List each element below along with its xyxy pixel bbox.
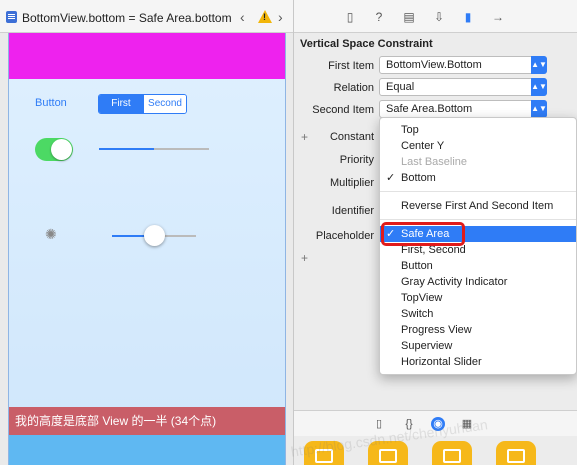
- menu-separator: [380, 191, 576, 192]
- menu-item-label: Switch: [401, 308, 434, 320]
- menu-item-horizontal-slider[interactable]: Horizontal Slider: [380, 354, 576, 370]
- menu-item-label: Bottom: [401, 172, 436, 184]
- menu-item-label: Horizontal Slider: [401, 356, 482, 368]
- menu-item-label: Button: [401, 260, 433, 272]
- menu-item-label: Superview: [401, 340, 453, 352]
- scroll-view-icon: [507, 449, 525, 463]
- first-item-popup[interactable]: BottomView.Bottom ▲▼: [379, 56, 547, 74]
- jump-bar: BottomView.bottom = Safe Area.bottom ‹ !…: [0, 0, 293, 33]
- segment-second[interactable]: Second: [143, 95, 186, 113]
- warning-icon-glyph: !: [263, 12, 266, 22]
- constant-label: Constant: [329, 131, 374, 143]
- ib-canvas[interactable]: Button First Second ✺ 我的高度是底部 View 的一半 (…: [0, 33, 293, 465]
- multiplier-label: Multiplier: [329, 177, 374, 189]
- library-object-scroll[interactable]: [496, 441, 536, 465]
- previous-issue-button[interactable]: ‹: [240, 9, 245, 25]
- segmented-control[interactable]: First Second: [98, 94, 187, 114]
- attributes-icon[interactable]: ⇩: [431, 9, 447, 25]
- jump-bar-title[interactable]: BottomView.bottom = Safe Area.bottom: [22, 11, 232, 25]
- chevron-updown-icon: ▲▼: [531, 56, 547, 74]
- next-issue-button[interactable]: ›: [278, 9, 283, 25]
- view-controller-view[interactable]: Button First Second ✺ 我的高度是底部 View 的一半 (…: [8, 33, 286, 465]
- menu-item-label: Reverse First And Second Item: [401, 200, 554, 212]
- file-icon[interactable]: ▯: [342, 9, 358, 25]
- first-item-label: First Item: [328, 60, 374, 72]
- relation-label: Relation: [333, 82, 374, 94]
- menu-item-topview[interactable]: TopView: [380, 290, 576, 306]
- safe-area-bottom-region: [9, 435, 285, 465]
- annotation-highlight-box: [381, 222, 465, 246]
- connections-icon[interactable]: →: [490, 9, 506, 25]
- identity-icon[interactable]: ▤: [401, 9, 417, 25]
- menu-item-label: Gray Activity Indicator: [401, 276, 508, 288]
- menu-item-superview[interactable]: Superview: [380, 338, 576, 354]
- menu-item-button[interactable]: Button: [380, 258, 576, 274]
- placeholder-label: Placeholder: [315, 230, 374, 242]
- menu-item-label: Center Y: [401, 140, 445, 152]
- chevron-updown-icon: ▲▼: [531, 78, 547, 96]
- inspector-tab-bar: ▯ ? ▤ ⇩ ▮ →: [294, 0, 577, 33]
- checkmark-icon: ✓: [386, 172, 396, 184]
- menu-separator: [380, 219, 576, 220]
- warning-icon[interactable]: !: [258, 10, 272, 23]
- file-template-icon[interactable]: ▯: [372, 417, 386, 431]
- progress-view[interactable]: [99, 148, 209, 150]
- menu-item-last-baseline: Last Baseline: [380, 154, 576, 170]
- menu-item-bottom[interactable]: ✓ Bottom: [380, 170, 576, 186]
- first-item-value: BottomView.Bottom: [386, 59, 482, 71]
- second-item-popup[interactable]: Safe Area.Bottom ▲▼: [379, 100, 547, 118]
- progress-fill: [99, 148, 154, 150]
- help-icon[interactable]: ?: [371, 9, 387, 25]
- storyboard-file-icon: [6, 11, 17, 23]
- horizontal-slider[interactable]: [112, 225, 196, 246]
- menu-item-top[interactable]: Top: [380, 122, 576, 138]
- priority-label: Priority: [339, 154, 374, 166]
- switch-knob: [51, 139, 72, 160]
- add-variation-button[interactable]: +: [301, 251, 308, 265]
- menu-item-label: Top: [401, 124, 419, 136]
- button-control[interactable]: Button: [35, 97, 67, 109]
- menu-item-center-y[interactable]: Center Y: [380, 138, 576, 154]
- relation-popup[interactable]: Equal ▲▼: [379, 78, 547, 96]
- second-item-label: Second Item: [312, 104, 374, 116]
- activity-indicator-icon[interactable]: ✺: [45, 226, 57, 243]
- bottom-view[interactable]: 我的高度是底部 View 的一半 (34个点): [9, 407, 285, 435]
- second-item-value: Safe Area.Bottom: [386, 103, 473, 115]
- container-view-icon: [443, 449, 461, 463]
- size-icon[interactable]: ▮: [460, 9, 476, 25]
- menu-item-label: TopView: [401, 292, 443, 304]
- second-item-menu: Top Center Y Last Baseline ✓ Bottom Rever…: [379, 117, 577, 375]
- identifier-label: Identifier: [331, 205, 374, 217]
- library-object-container[interactable]: [432, 441, 472, 465]
- menu-item-progress-view[interactable]: Progress View: [380, 322, 576, 338]
- switch-control[interactable]: [35, 138, 73, 161]
- segment-first[interactable]: First: [99, 95, 143, 113]
- menu-item-reverse[interactable]: Reverse First And Second Item: [380, 198, 576, 214]
- menu-item-switch[interactable]: Switch: [380, 306, 576, 322]
- slider-thumb[interactable]: [144, 225, 165, 246]
- view-icon: [379, 449, 397, 463]
- relation-value: Equal: [386, 81, 415, 93]
- chevron-updown-icon: ▲▼: [531, 100, 547, 118]
- menu-item-gray-activity-indicator[interactable]: Gray Activity Indicator: [380, 274, 576, 290]
- top-view[interactable]: [9, 33, 285, 79]
- menu-item-label: Progress View: [401, 324, 472, 336]
- menu-item-label: Last Baseline: [401, 156, 468, 168]
- section-title: Vertical Space Constraint: [300, 38, 433, 50]
